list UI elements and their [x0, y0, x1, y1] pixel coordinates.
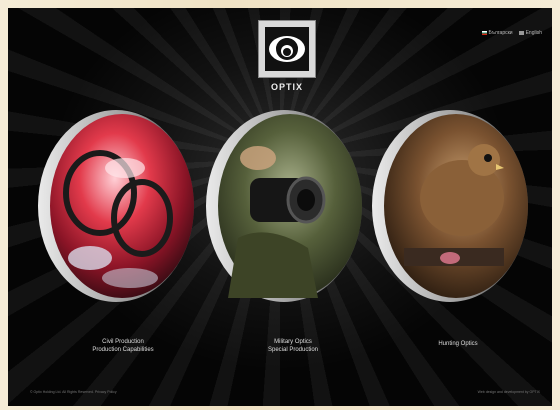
- civil-production-title: Civil Production: [102, 339, 144, 345]
- military-optics-link[interactable]: Military Optics Special Production: [238, 338, 348, 354]
- footer-credits[interactable]: Web design and development by OPTIX: [478, 390, 540, 394]
- civil-production-link[interactable]: Civil Production Production Capabilities: [68, 338, 178, 354]
- military-optics-subtitle: Special Production: [267, 347, 319, 353]
- footer-copyright: © Optix Holding Ltd. All Rights Reserved…: [30, 390, 117, 394]
- hunting-optics-title: Hunting Optics: [438, 341, 478, 347]
- optix-logo[interactable]: OPTIX: [258, 20, 316, 102]
- main-stage: Български English OPTIX Civil Production…: [8, 8, 552, 406]
- bulgarian-flag-icon: [481, 30, 487, 35]
- hunting-optics-lens[interactable]: [364, 108, 528, 304]
- english-flag-icon: [518, 30, 524, 35]
- logo-text: OPTIX: [270, 82, 303, 92]
- hunting-optics-link[interactable]: Hunting Optics: [403, 340, 513, 348]
- civil-production-subtitle: Production Capabilities: [92, 347, 154, 353]
- language-bg-link[interactable]: Български: [481, 30, 513, 36]
- lens-image-hunting: [372, 110, 528, 302]
- military-optics-title: Military Optics: [274, 339, 312, 345]
- lens-image-civil: [38, 110, 194, 302]
- lens-image-military: [206, 110, 362, 302]
- civil-production-lens[interactable]: [30, 108, 194, 304]
- eye-logo-icon: [265, 27, 309, 71]
- language-bg-label: Български: [488, 30, 513, 36]
- language-switcher: Български English: [481, 30, 542, 36]
- military-optics-lens[interactable]: [198, 108, 362, 304]
- logo-emblem: [258, 20, 316, 78]
- language-en-label: English: [525, 30, 542, 36]
- language-en-link[interactable]: English: [518, 30, 542, 36]
